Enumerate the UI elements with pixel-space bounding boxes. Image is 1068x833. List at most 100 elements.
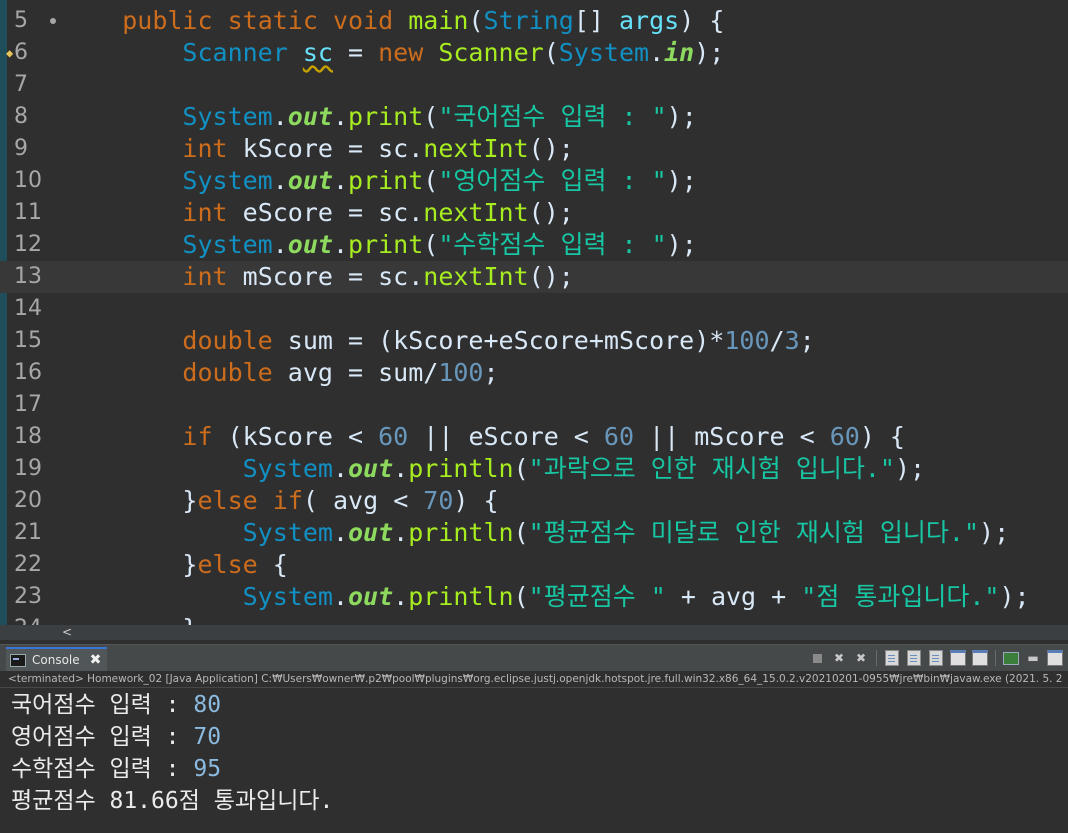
code-token: = [332, 134, 379, 163]
horizontal-scrollbar[interactable]: < [0, 625, 1068, 640]
console-prompt-text: 평균점수 81.66점 통과입니다. [11, 788, 334, 814]
code-line[interactable]: 23 System.out.println("평균점수 " + avg + "점… [0, 581, 1068, 613]
display-selected-console-icon-shape [972, 650, 988, 666]
code-token: sc [378, 262, 409, 291]
code-token: . [393, 454, 409, 483]
code-line[interactable]: 12 System.out.print("수학점수 입력 : "); [0, 229, 1068, 261]
console-tab[interactable]: Console ✖ [6, 647, 108, 671]
code-line[interactable]: 7 [0, 69, 1068, 101]
code-token: println [408, 518, 514, 547]
line-number: 5 [14, 8, 28, 33]
code-token: print [348, 230, 424, 259]
code-token: println [408, 582, 514, 611]
code-text: System.out.println("과락으로 인한 재시험 입니다."); [62, 453, 925, 485]
code-line[interactable]: 11 int eScore = sc.nextInt(); [0, 197, 1068, 229]
code-token: ; [483, 358, 499, 387]
code-token: out [348, 518, 394, 547]
code-token: nextInt [423, 262, 529, 291]
code-line[interactable]: 15 double sum = (kScore+eScore+mScore)*1… [0, 325, 1068, 357]
code-token: sc [302, 38, 333, 67]
code-token: int [182, 262, 228, 291]
code-text: if (kScore < 60 || eScore < 60 || mScore… [62, 421, 905, 453]
code-token: "영어점수 입력 : " [438, 166, 667, 195]
code-line[interactable]: 17 [0, 389, 1068, 421]
scroll-lock-icon[interactable] [883, 649, 901, 667]
code-line[interactable]: 6 ◆ Scanner sc = new Scanner(System.in); [0, 37, 1068, 69]
code-line[interactable]: 5 public static void main(String[] args)… [0, 5, 1068, 37]
line-number: 19 [14, 456, 42, 481]
minimize-icon[interactable]: ▬ [1024, 649, 1042, 667]
code-text: System.out.print("수학점수 입력 : "); [62, 229, 696, 261]
clear-console-icon-shape [929, 650, 943, 666]
code-token: = [332, 358, 379, 387]
code-token: < [378, 486, 424, 515]
display-selected-console-icon[interactable] [971, 649, 989, 667]
code-line[interactable]: 21 System.out.println("평균점수 미달로 인한 재시험 입… [0, 517, 1068, 549]
code-token: "수학점수 입력 : " [438, 230, 667, 259]
code-token: System [182, 166, 273, 195]
code-token: (); [528, 134, 574, 163]
code-token: } [182, 550, 198, 579]
pin-console-icon[interactable] [949, 649, 967, 667]
code-token: if [182, 422, 213, 451]
code-line[interactable]: 14 [0, 293, 1068, 325]
code-token: args [619, 6, 680, 35]
code-token: main [408, 6, 469, 35]
code-token: sum [287, 326, 333, 355]
console-output[interactable]: 국어점수 입력 : 80 영어점수 입력 : 70 수학점수 입력 : 95 평균점수… [0, 688, 1068, 833]
code-text: public static void main(String[] args) { [62, 5, 724, 37]
code-text: System.out.print("국어점수 입력 : "); [62, 101, 696, 133]
code-line[interactable]: 9 int kScore = sc.nextInt(); [0, 133, 1068, 165]
code-text: System.out.print("영어점수 입력 : "); [62, 165, 696, 197]
code-token: . [332, 454, 348, 483]
code-token: ); [979, 518, 1010, 547]
code-text: }else { [62, 549, 287, 581]
code-token: . [272, 166, 288, 195]
console-user-input: 70 [193, 724, 222, 750]
code-token: System [242, 454, 333, 483]
code-token: print [348, 166, 424, 195]
code-line[interactable]: 19 System.out.println("과락으로 인한 재시험 입니다."… [0, 453, 1068, 485]
line-number: 21 [14, 520, 42, 545]
code-token: if [272, 486, 303, 515]
code-line[interactable]: 18 if (kScore < 60 || eScore < 60 || mSc… [0, 421, 1068, 453]
code-text: int mScore = sc.nextInt(); [62, 261, 573, 293]
remove-all-terminated-icon[interactable]: ✖ [852, 649, 870, 667]
code-line[interactable]: 20 }else if( avg < 70) { [0, 485, 1068, 517]
open-console-icon[interactable] [1002, 649, 1020, 667]
close-icon[interactable]: ✖ [90, 653, 102, 667]
code-line[interactable]: 22 }else { [0, 549, 1068, 581]
code-editor[interactable]: 5 public static void main(String[] args)… [0, 0, 1068, 625]
code-line[interactable]: 10 System.out.print("영어점수 입력 : "); [0, 165, 1068, 197]
code-token: System [182, 230, 273, 259]
remove-launch-icon[interactable]: ✖ [830, 649, 848, 667]
open-console-icon-shape [1003, 651, 1019, 665]
console-user-input: 95 [193, 756, 222, 782]
launch-description: <terminated> Homework_02 [Java Applicati… [8, 673, 1063, 685]
code-line[interactable]: 8 System.out.print("국어점수 입력 : "); [0, 101, 1068, 133]
code-line[interactable]: 13 int mScore = sc.nextInt(); [0, 261, 1068, 293]
fold-toggle-icon[interactable] [50, 18, 56, 24]
terminate-icon[interactable] [808, 649, 826, 667]
code-line[interactable]: 16 double avg = sum/100; [0, 357, 1068, 389]
scroll-left-arrow-icon[interactable]: < [62, 625, 72, 640]
code-token: System [242, 582, 333, 611]
line-number: 8 [14, 104, 28, 129]
word-wrap-icon[interactable] [905, 649, 923, 667]
code-token: . [272, 102, 288, 131]
code-token: 100 [724, 326, 770, 355]
code-token: sum [378, 358, 424, 387]
line-number: 11 [14, 200, 42, 225]
clear-console-icon[interactable] [927, 649, 945, 667]
maximize-icon[interactable] [1046, 649, 1064, 667]
warning-marker-icon[interactable]: ◆ [6, 46, 16, 60]
code-token: "점 통과입니다." [801, 582, 1000, 611]
code-token: System [242, 518, 333, 547]
console-tab-label: Console [32, 653, 80, 667]
code-line[interactable]: 24 } [0, 613, 1068, 625]
